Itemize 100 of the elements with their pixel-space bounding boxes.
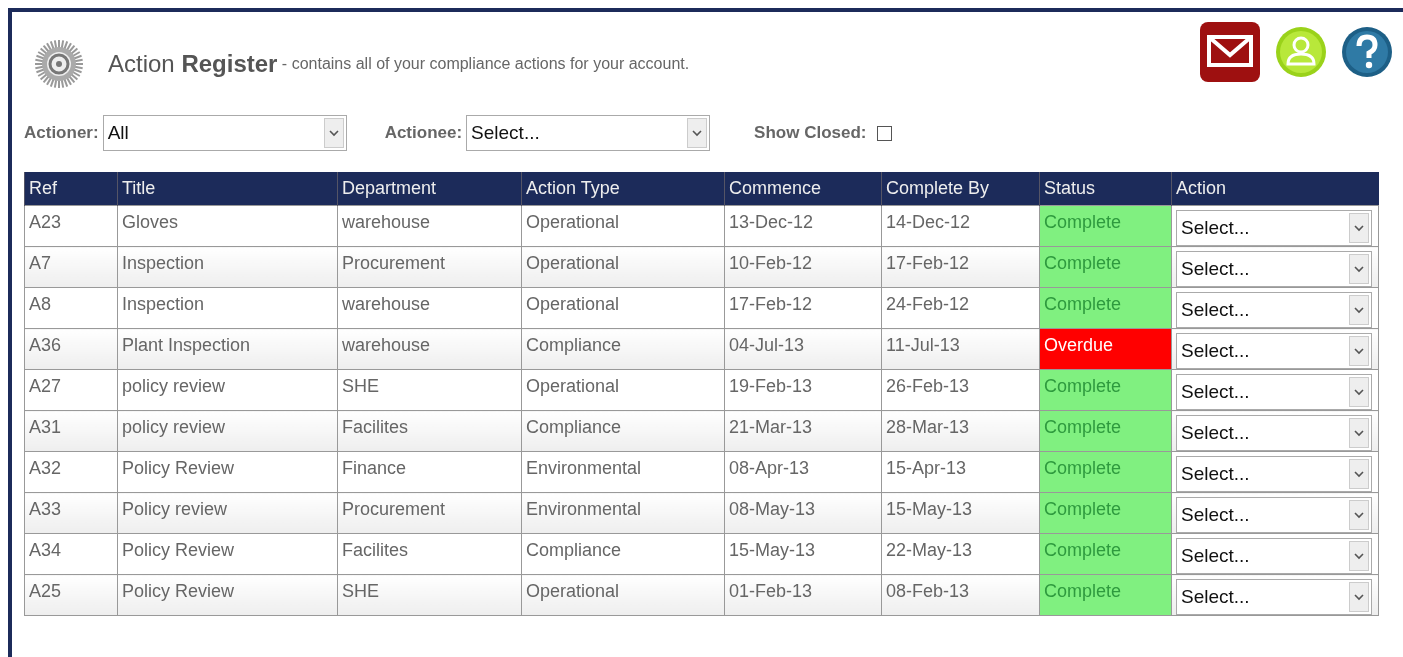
table-cell: 13-Dec-12	[724, 205, 882, 247]
table-cell: Procurement	[337, 492, 522, 534]
status-cell: Complete	[1039, 287, 1172, 329]
filter-label: Actionee:	[384, 123, 463, 143]
status-cell: Complete	[1039, 205, 1172, 247]
column-header: Action Type	[521, 172, 725, 206]
table-cell: 24-Feb-12	[881, 287, 1040, 329]
column-header: Title	[117, 172, 338, 206]
table-cell: warehouse	[337, 287, 522, 329]
table-cell: 19-Feb-13	[724, 369, 882, 411]
status-cell: Complete	[1039, 492, 1172, 534]
table-cell: 26-Feb-13	[881, 369, 1040, 411]
action-dropdown[interactable]: Select...	[1176, 497, 1372, 533]
action-dropdown[interactable]: Select...	[1176, 374, 1372, 410]
table-cell: 17-Feb-12	[724, 287, 882, 329]
action-dropdown[interactable]: Select...	[1176, 333, 1372, 369]
table-cell: policy review	[117, 369, 338, 411]
table-cell: A8	[24, 287, 118, 329]
column-header: Action	[1171, 172, 1379, 206]
action-dropdown[interactable]: Select...	[1176, 292, 1372, 328]
caret-icon	[328, 129, 339, 137]
table-cell: A27	[24, 369, 118, 411]
caret-icon	[1354, 470, 1364, 478]
action-dropdown[interactable]: Select...	[1176, 538, 1372, 574]
caret-icon	[1354, 511, 1364, 519]
table-cell: A7	[24, 246, 118, 288]
checkbox[interactable]	[876, 125, 892, 141]
action-dropdown[interactable]: Select...	[1176, 251, 1372, 287]
caret-icon	[1354, 306, 1364, 314]
table-cell: Compliance	[521, 533, 725, 575]
table-cell: 21-Mar-13	[724, 410, 882, 452]
action-dropdown[interactable]: Select...	[1176, 456, 1372, 492]
table-cell: Policy Review	[117, 574, 338, 616]
action-dropdown[interactable]: Select...	[1176, 210, 1372, 246]
column-header: Ref	[24, 172, 118, 206]
status-cell: Complete	[1039, 451, 1172, 493]
page-subtitle: - contains all of your compliance actions for your account.	[280, 55, 690, 73]
table-cell: Inspection	[117, 246, 338, 288]
table-cell: Compliance	[521, 410, 725, 452]
table-cell: Policy Review	[117, 451, 338, 493]
filter-label: Actioner:	[24, 123, 99, 143]
table-cell: Operational	[521, 205, 725, 247]
table-cell: Finance	[337, 451, 522, 493]
table-cell: Facilites	[337, 533, 522, 575]
table-cell: 01-Feb-13	[724, 574, 882, 616]
table-cell: A25	[24, 574, 118, 616]
table-cell: warehouse	[337, 328, 522, 370]
filter-dropdown[interactable]: All	[102, 115, 347, 151]
filter-dropdown[interactable]: Select...	[466, 115, 711, 151]
table-cell: Plant Inspection	[117, 328, 338, 370]
table-cell: Facilites	[337, 410, 522, 452]
table-cell: 28-Mar-13	[881, 410, 1040, 452]
table-cell: Operational	[521, 246, 725, 288]
table-cell: A36	[24, 328, 118, 370]
action-dropdown[interactable]: Select...	[1176, 579, 1372, 615]
table-cell: A32	[24, 451, 118, 493]
table-cell: 14-Dec-12	[881, 205, 1040, 247]
caret-icon	[692, 129, 703, 137]
column-header: Status	[1039, 172, 1172, 206]
status-cell: Overdue	[1039, 328, 1172, 370]
table-cell: 17-Feb-12	[881, 246, 1040, 288]
table-cell: warehouse	[337, 205, 522, 247]
status-cell: Complete	[1039, 533, 1172, 575]
column-header: Commence	[724, 172, 882, 206]
mail-icon[interactable]	[1199, 21, 1261, 83]
table-cell: 10-Feb-12	[724, 246, 882, 288]
filter-label: Show Closed:	[754, 123, 867, 143]
table-cell: A33	[24, 492, 118, 534]
column-header: Complete By	[881, 172, 1040, 206]
page-title: Action Register	[108, 50, 278, 78]
table-cell: Compliance	[521, 328, 725, 370]
table-cell: Procurement	[337, 246, 522, 288]
gear-icon	[34, 39, 84, 89]
table-cell: Inspection	[117, 287, 338, 329]
caret-icon	[1354, 552, 1364, 560]
action-dropdown[interactable]: Select...	[1176, 415, 1372, 451]
status-cell: Complete	[1039, 369, 1172, 411]
table-cell: 04-Jul-13	[724, 328, 882, 370]
table-cell: 15-Apr-13	[881, 451, 1040, 493]
table-cell: Gloves	[117, 205, 338, 247]
table-cell: 15-May-13	[724, 533, 882, 575]
table-cell: 11-Jul-13	[881, 328, 1040, 370]
table-cell: Policy Review	[117, 533, 338, 575]
table-cell: Operational	[521, 369, 725, 411]
table-cell: A31	[24, 410, 118, 452]
table-cell: 08-May-13	[724, 492, 882, 534]
table-cell: Policy review	[117, 492, 338, 534]
help-icon[interactable]	[1341, 26, 1393, 78]
status-cell: Complete	[1039, 574, 1172, 616]
table-cell: A34	[24, 533, 118, 575]
caret-icon	[1354, 593, 1364, 601]
caret-icon	[1354, 224, 1364, 232]
status-cell: Complete	[1039, 410, 1172, 452]
table-cell: Environmental	[521, 492, 725, 534]
caret-icon	[1354, 388, 1364, 396]
table-cell: SHE	[337, 369, 522, 411]
status-cell: Complete	[1039, 246, 1172, 288]
caret-icon	[1354, 347, 1364, 355]
table-cell: Operational	[521, 574, 725, 616]
table-cell: Operational	[521, 287, 725, 329]
